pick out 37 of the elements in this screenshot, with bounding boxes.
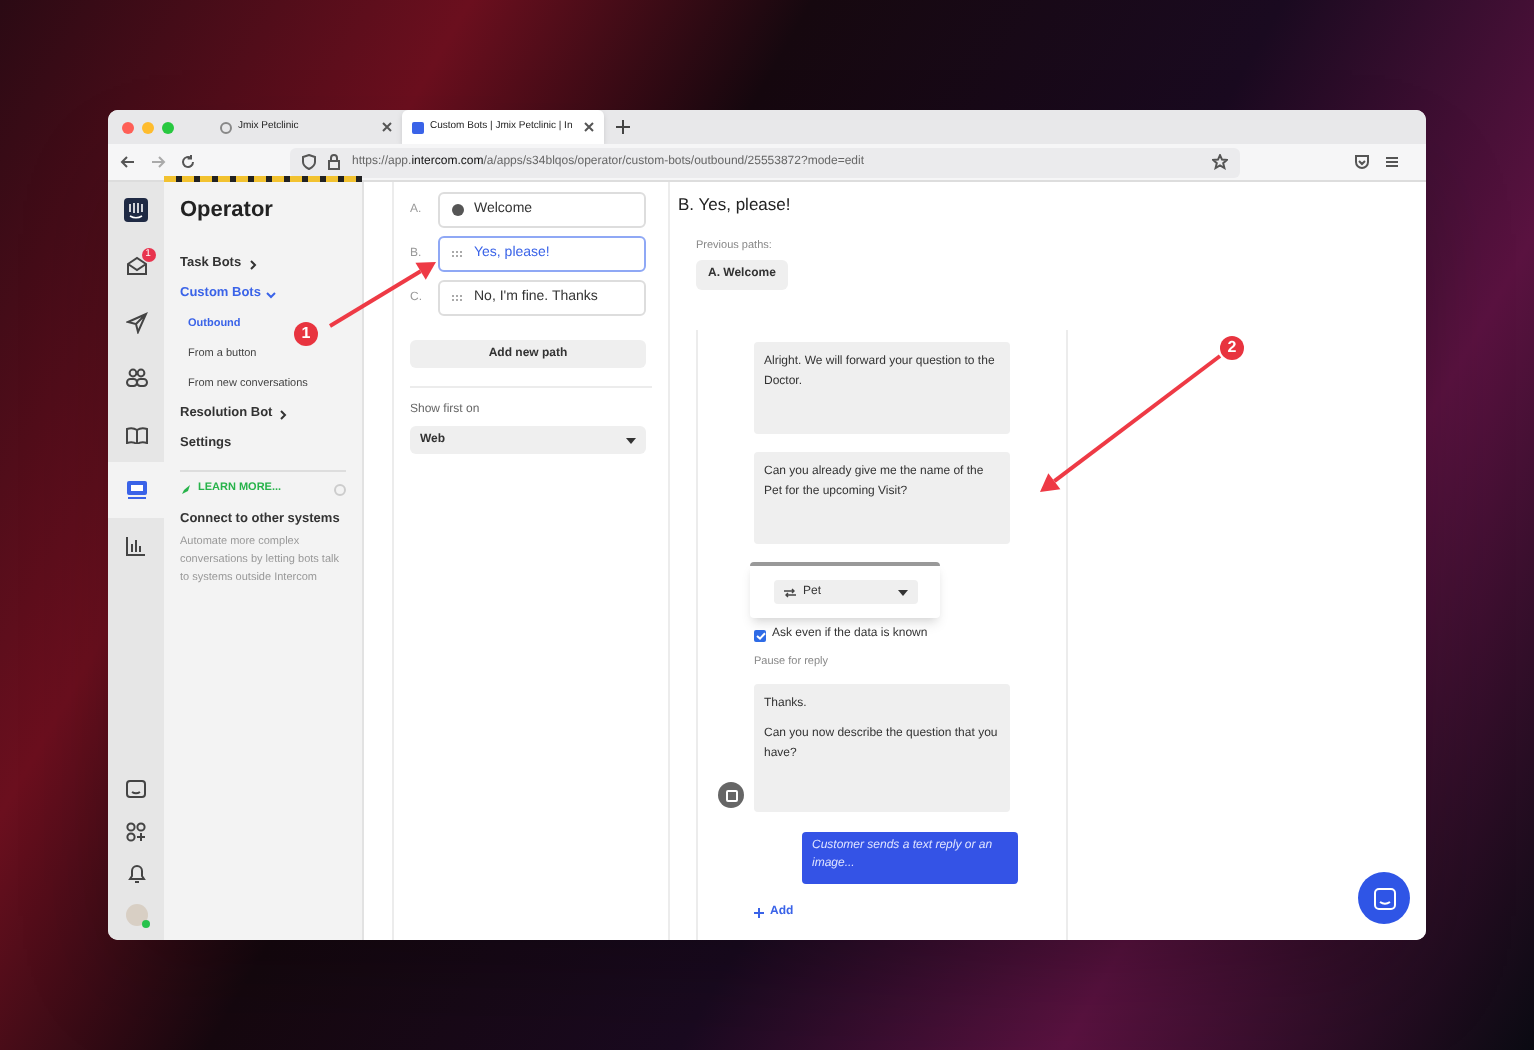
online-status-icon xyxy=(141,920,149,928)
chevron-down-icon xyxy=(266,289,277,299)
tab-favicon-icon xyxy=(412,121,424,133)
bot-screen-icon[interactable] xyxy=(125,480,147,500)
chevron-right-icon xyxy=(278,409,289,419)
sidebar-title: Operator xyxy=(180,196,275,226)
dropdown-caret-icon xyxy=(897,589,907,595)
new-tab-icon[interactable] xyxy=(616,120,631,134)
drag-handle-icon[interactable] xyxy=(452,294,464,302)
plus-icon xyxy=(754,908,764,919)
bell-icon[interactable] xyxy=(127,863,145,883)
apps-grid-icon[interactable] xyxy=(126,821,146,841)
chat-window-icon[interactable] xyxy=(126,779,146,799)
lock-icon xyxy=(328,154,340,170)
messenger-launcher-button[interactable] xyxy=(1358,872,1410,924)
paper-plane-icon[interactable] xyxy=(125,311,147,333)
swap-icon xyxy=(783,587,795,597)
pocket-icon[interactable] xyxy=(1354,154,1370,170)
tab-favicon-icon xyxy=(220,121,232,133)
close-tab-icon[interactable] xyxy=(584,122,595,132)
bookmark-star-icon[interactable] xyxy=(1212,154,1228,170)
menu-icon[interactable] xyxy=(1384,154,1400,170)
drag-handle-icon[interactable] xyxy=(452,250,464,258)
bar-chart-icon[interactable] xyxy=(126,536,146,556)
dropdown-caret-icon xyxy=(626,437,636,443)
chevron-right-icon xyxy=(247,259,258,269)
path-title: B. Yes, please! xyxy=(678,192,793,218)
app-logo-icon[interactable] xyxy=(124,198,148,222)
close-tab-icon[interactable] xyxy=(382,122,392,132)
reload-icon[interactable] xyxy=(180,154,196,170)
people-icon[interactable] xyxy=(125,368,147,388)
back-icon[interactable] xyxy=(120,154,136,170)
shield-icon xyxy=(302,154,316,170)
checkbox-icon[interactable] xyxy=(754,629,766,641)
book-icon[interactable] xyxy=(125,425,147,443)
annotation-arrow xyxy=(328,262,436,328)
chat-icon xyxy=(1373,887,1395,909)
